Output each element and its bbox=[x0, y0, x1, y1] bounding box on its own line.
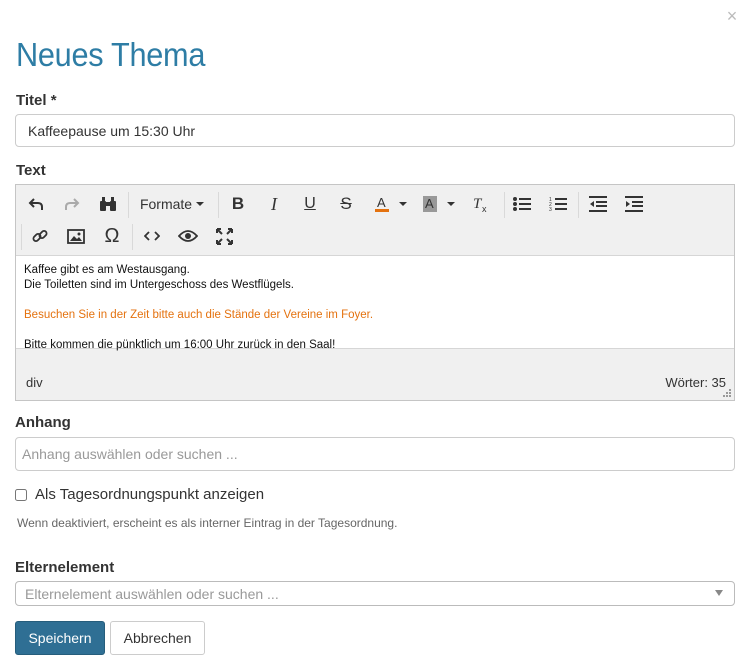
title-input[interactable] bbox=[15, 114, 735, 147]
fullscreen-icon[interactable] bbox=[212, 220, 236, 252]
svg-text:3: 3 bbox=[549, 207, 552, 212]
image-icon[interactable] bbox=[64, 220, 88, 252]
editor-line: Kaffee gibt es am Westausgang. bbox=[24, 264, 190, 276]
attachment-input[interactable] bbox=[15, 437, 735, 471]
attachment-label: Anhang bbox=[15, 414, 71, 431]
parent-label: Elternelement bbox=[15, 559, 115, 576]
rich-text-editor: Formate B I U S A A Tx 123 Ω Kaffee gibt… bbox=[15, 184, 735, 401]
close-icon[interactable]: × bbox=[723, 6, 741, 26]
background-color-caret-icon[interactable] bbox=[444, 188, 458, 220]
svg-text:A: A bbox=[377, 195, 386, 210]
element-path[interactable]: div bbox=[26, 375, 43, 390]
undo-icon[interactable] bbox=[24, 188, 48, 220]
numbered-list-icon[interactable]: 123 bbox=[546, 188, 570, 220]
dialog-title: Neues Thema bbox=[16, 36, 206, 73]
eye-icon[interactable] bbox=[176, 220, 200, 252]
editor-toolbar-row-2: Ω bbox=[16, 220, 734, 252]
chevron-down-icon bbox=[196, 202, 205, 206]
word-count: Wörter: 35 bbox=[665, 375, 726, 390]
formats-label: Formate bbox=[139, 196, 193, 212]
text-label: Text bbox=[16, 162, 46, 179]
bullet-list-icon[interactable] bbox=[510, 188, 534, 220]
editor-line-highlighted: Besuchen Sie in der Zeit bitte auch die … bbox=[24, 309, 374, 321]
clear-formatting-icon[interactable]: Tx bbox=[468, 188, 492, 220]
background-color-icon[interactable]: A bbox=[418, 188, 442, 220]
cancel-button[interactable]: Abbrechen bbox=[110, 621, 205, 655]
parent-select-placeholder: Elternelement auswählen oder suchen ... bbox=[25, 586, 279, 602]
editor-toolbar-row-1: Formate B I U S A A Tx 123 bbox=[16, 188, 734, 220]
svg-text:A: A bbox=[425, 196, 434, 211]
title-label: Titel * bbox=[16, 92, 57, 109]
editor-content[interactable]: Kaffee gibt es am Westausgang. Die Toile… bbox=[16, 255, 734, 351]
formats-dropdown[interactable]: Formate bbox=[136, 188, 208, 220]
text-color-caret-icon[interactable] bbox=[396, 188, 410, 220]
bold-icon[interactable]: B bbox=[226, 188, 250, 220]
code-icon[interactable] bbox=[140, 220, 164, 252]
redo-icon[interactable] bbox=[60, 188, 84, 220]
editor-line: Bitte kommen die pünktlich um 16:00 Uhr … bbox=[24, 339, 336, 351]
parent-select[interactable]: Elternelement auswählen oder suchen ... bbox=[15, 581, 735, 606]
editor-line: Die Toiletten sind im Untergeschoss des … bbox=[24, 279, 294, 291]
link-icon[interactable] bbox=[28, 220, 52, 252]
svg-text:x: x bbox=[482, 204, 487, 213]
chevron-down-icon bbox=[715, 590, 723, 596]
agenda-checkbox-label[interactable]: Als Tagesordnungspunkt anzeigen bbox=[35, 486, 264, 503]
italic-icon[interactable]: I bbox=[262, 188, 286, 220]
binoculars-icon[interactable] bbox=[96, 188, 120, 220]
agenda-checkbox[interactable] bbox=[15, 489, 27, 501]
indent-icon[interactable] bbox=[622, 188, 646, 220]
save-button[interactable]: Speichern bbox=[15, 621, 105, 655]
outdent-icon[interactable] bbox=[586, 188, 610, 220]
agenda-help-text: Wenn deaktiviert, erscheint es als inter… bbox=[17, 516, 398, 530]
resize-handle-icon[interactable] bbox=[723, 389, 732, 398]
strikethrough-icon[interactable]: S bbox=[334, 188, 358, 220]
underline-icon[interactable]: U bbox=[298, 188, 322, 220]
text-color-icon[interactable]: A bbox=[370, 188, 394, 220]
omega-icon[interactable]: Ω bbox=[100, 220, 124, 252]
